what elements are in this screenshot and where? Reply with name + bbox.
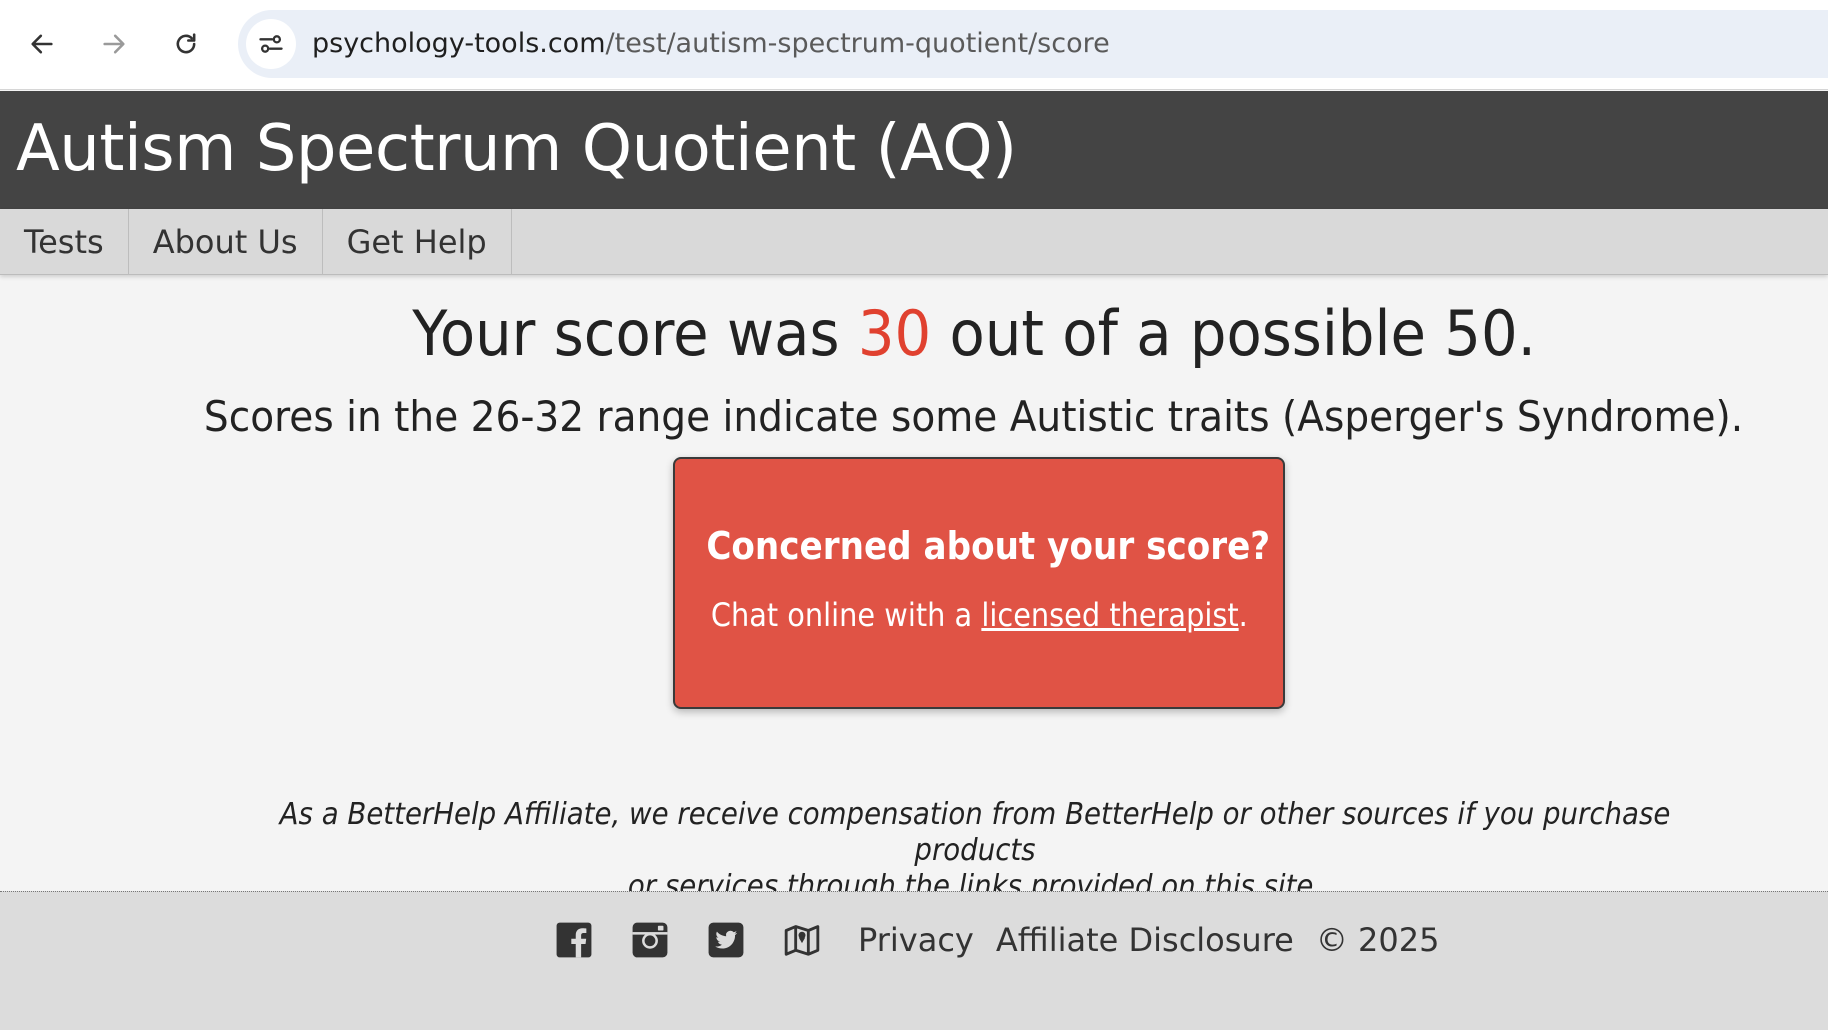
site-info-icon (259, 35, 283, 53)
forward-arrow-icon (103, 34, 125, 54)
back-arrow-icon (31, 34, 53, 54)
licensed-therapist-link[interactable]: licensed therapist (981, 596, 1238, 634)
score-range-label: Scores in the 26-32 range indicate some … (204, 392, 1744, 441)
twitter-link[interactable] (706, 920, 746, 960)
score-suffix: out of a possible 50. (931, 297, 1536, 370)
reload-icon (176, 33, 196, 54)
url-text[interactable]: psychology-tools.com/test/autism-spectru… (312, 27, 1110, 61)
score-heading: Your score was 30 out of a possible 50. (0, 296, 1828, 372)
cta-text-suffix: . (1238, 596, 1248, 634)
main-nav: Tests About Us Get Help (0, 209, 1828, 275)
copyright-text: © 2025 (1315, 921, 1440, 959)
cta-text-prefix: Chat online with a (710, 596, 982, 634)
facebook-link[interactable] (554, 920, 594, 960)
disclaimer-line-1: As a BetterHelp Affiliate, we receive co… (279, 797, 1671, 868)
back-button[interactable] (20, 22, 64, 66)
therapist-cta-box: Concerned about your score? Chat online … (673, 457, 1285, 709)
nav-item-about-us[interactable]: About Us (129, 209, 323, 275)
address-bar[interactable]: psychology-tools.com/test/autism-spectru… (238, 10, 1828, 78)
map-icon (784, 925, 820, 956)
page-title: Autism Spectrum Quotient (AQ) (16, 112, 1017, 186)
reload-button[interactable] (164, 22, 208, 66)
cta-text: Chat online with a licensed therapist. (675, 595, 1283, 635)
url-path: /test/autism-spectrum-quotient/score (605, 28, 1110, 59)
url-host: psychology-tools.com (312, 28, 606, 59)
facebook-icon (556, 922, 592, 958)
site-info-button[interactable] (246, 19, 296, 69)
instagram-icon (632, 922, 668, 958)
map-link[interactable] (782, 920, 822, 960)
affiliate-disclaimer: As a BetterHelp Affiliate, we receive co… (200, 797, 1750, 905)
nav-item-tests[interactable]: Tests (0, 209, 129, 275)
twitter-icon (708, 922, 744, 958)
instagram-link[interactable] (630, 920, 670, 960)
cta-heading: Concerned about your score? (675, 523, 1283, 569)
score-range-text: Scores in the 26-32 range indicate some … (0, 390, 1828, 444)
site-header: Autism Spectrum Quotient (AQ) (0, 91, 1828, 209)
nav-item-get-help[interactable]: Get Help (323, 209, 512, 275)
footer-links: Privacy Affiliate Disclosure © 2025 (554, 914, 1439, 966)
privacy-link[interactable]: Privacy (858, 921, 974, 959)
score-value: 30 (857, 297, 932, 370)
forward-button[interactable] (92, 22, 136, 66)
score-prefix: Your score was (412, 297, 858, 370)
cta-heading-label: Concerned about your score? (706, 524, 1271, 568)
affiliate-disclosure-link[interactable]: Affiliate Disclosure (996, 921, 1294, 959)
browser-toolbar: psychology-tools.com/test/autism-spectru… (0, 0, 1828, 90)
site-footer: Privacy Affiliate Disclosure © 2025 (0, 891, 1828, 1030)
